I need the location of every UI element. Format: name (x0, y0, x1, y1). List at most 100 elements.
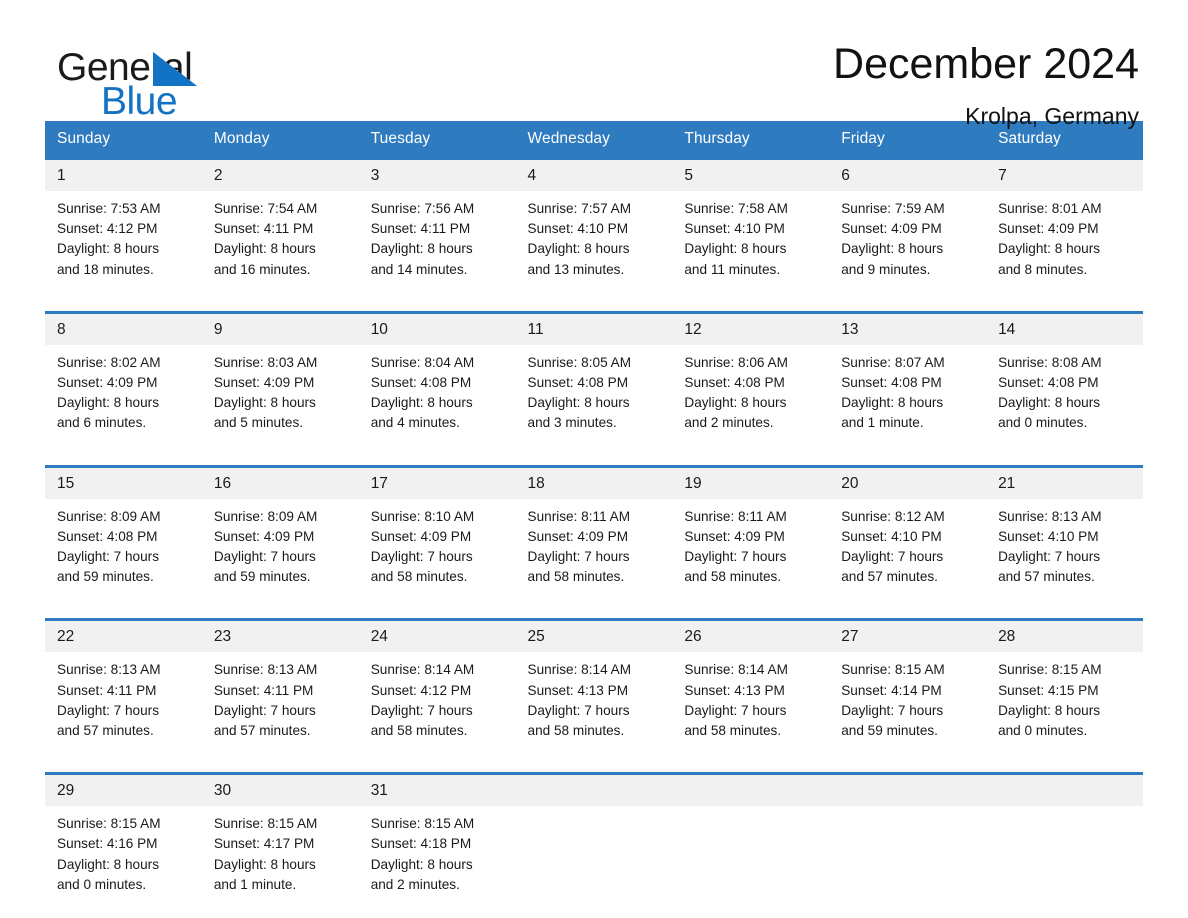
daylight-duration-line1: Daylight: 8 hours (57, 395, 160, 411)
sunrise-time: Sunrise: 8:13 AM (213, 662, 318, 678)
sunrise-time: Sunrise: 8:11 AM (684, 508, 787, 524)
calendar-day-cell[interactable]: 3 Sunrise: 7:56 AM Sunset: 4:11 PM Daylight… (358, 156, 516, 294)
generalblue-logo: General Blue (45, 42, 275, 122)
sunrise-time: Sunrise: 7:57 AM (527, 201, 632, 216)
sunset-time: Sunset: 4:08 PM (684, 375, 785, 391)
calendar-day-cell[interactable]: 30 Sunrise: 8:15 AM Sunset: 4:17 PM Dayligh… (201, 772, 359, 910)
day-details: Sunrise: 8:14 AM Sunset: 4:13 PM Daylight:… (672, 652, 829, 755)
day-number: 14 (986, 313, 1143, 345)
sunset-time: Sunset: 4:11 PM (57, 682, 157, 698)
day-number: 16 (201, 467, 359, 499)
daylight-duration-line1: Daylight: 7 hours (998, 549, 1101, 565)
daylight-duration-line1: Daylight: 7 hours (213, 549, 316, 565)
daylight-duration-line2: and 58 minutes. (370, 723, 468, 739)
day-details: Sunrise: 8:13 AM Sunset: 4:11 PM Daylight:… (45, 652, 202, 755)
logo-text-blue: Blue (101, 80, 178, 123)
calendar-day-cell[interactable]: 23 Sunrise: 8:13 AM Sunset: 4:11 PM Dayligh… (201, 618, 359, 756)
calendar-day-cell[interactable]: 10 Sunrise: 8:04 AM Sunset: 4:08 PM Dayligh… (358, 310, 516, 448)
week-row-spacer (45, 755, 1143, 774)
day-number: 18 (515, 467, 673, 499)
calendar-day-cell[interactable]: 28 Sunrise: 8:15 AM Sunset: 4:15 PM Dayligh… (986, 618, 1143, 756)
calendar-day-cell[interactable]: 19 Sunrise: 8:11 AM Sunset: 4:09 PM Dayligh… (672, 464, 830, 602)
daylight-duration-line2: and 2 minutes. (684, 415, 774, 431)
day-number: 28 (986, 621, 1143, 653)
calendar-day-cell[interactable]: 24 Sunrise: 8:14 AM Sunset: 4:12 PM Dayligh… (358, 618, 516, 756)
calendar-day-cell[interactable]: 7 Sunrise: 8:01 AM Sunset: 4:09 PM Daylight… (986, 156, 1143, 294)
calendar-day-cell[interactable]: 20 Sunrise: 8:12 AM Sunset: 4:10 PM Dayligh… (829, 464, 987, 602)
calendar-day-cell-empty (829, 772, 987, 910)
calendar-day-cell[interactable]: 26 Sunrise: 8:14 AM Sunset: 4:13 PM Dayligh… (672, 618, 830, 756)
daylight-duration-line1: Daylight: 7 hours (370, 549, 473, 565)
daylight-duration-line2: and 57 minutes. (998, 569, 1095, 585)
calendar-day-cell-empty (986, 772, 1143, 910)
day-details: Sunrise: 8:14 AM Sunset: 4:12 PM Daylight:… (359, 652, 516, 755)
sunset-time: Sunset: 4:11 PM (213, 221, 314, 237)
daylight-duration-line2: and 2 minutes. (370, 876, 460, 892)
day-details: Sunrise: 7:56 AM Sunset: 4:11 PM Daylight:… (359, 191, 516, 294)
daylight-duration-line2: and 6 minutes. (57, 415, 147, 431)
calendar-day-cell-empty (515, 772, 673, 910)
day-details: Sunrise: 8:15 AM Sunset: 4:15 PM Daylight:… (986, 652, 1143, 755)
day-number: 7 (986, 160, 1143, 191)
day-details: Sunrise: 8:04 AM Sunset: 4:08 PM Daylight:… (359, 345, 516, 448)
calendar-day-cell[interactable]: 4 Sunrise: 7:57 AM Sunset: 4:10 PM Daylight… (515, 156, 673, 294)
calendar-week-row: 1 Sunrise: 7:53 AM Sunset: 4:12 PM Daylight… (45, 156, 1143, 294)
calendar-day-cell[interactable]: 5 Sunrise: 7:58 AM Sunset: 4:10 PM Daylight… (672, 156, 830, 294)
daylight-duration-line1: Daylight: 8 hours (370, 395, 473, 411)
week-row-spacer (45, 447, 1143, 467)
calendar-day-cell[interactable]: 27 Sunrise: 8:15 AM Sunset: 4:14 PM Dayligh… (829, 618, 987, 756)
calendar-day-cell[interactable]: 31 Sunrise: 8:15 AM Sunset: 4:18 PM Dayligh… (358, 772, 516, 910)
daylight-duration-line1: Daylight: 7 hours (57, 702, 160, 718)
week-row-spacer (45, 293, 1143, 313)
sunset-time: Sunset: 4:09 PM (213, 528, 315, 544)
calendar-day-cell[interactable]: 22 Sunrise: 8:13 AM Sunset: 4:11 PM Dayligh… (45, 618, 202, 756)
calendar-day-cell[interactable]: 17 Sunrise: 8:10 AM Sunset: 4:09 PM Dayligh… (358, 464, 516, 602)
calendar-day-cell[interactable]: 12 Sunrise: 8:06 AM Sunset: 4:08 PM Dayligh… (672, 310, 830, 448)
calendar-day-cell[interactable]: 21 Sunrise: 8:13 AM Sunset: 4:10 PM Dayligh… (986, 464, 1143, 602)
calendar-day-cell[interactable]: 13 Sunrise: 8:07 AM Sunset: 4:08 PM Dayligh… (829, 310, 987, 448)
calendar-day-cell[interactable]: 11 Sunrise: 8:05 AM Sunset: 4:08 PM Dayligh… (515, 310, 673, 448)
daylight-duration-line1: Daylight: 8 hours (213, 241, 316, 257)
calendar-day-cell-empty (672, 772, 830, 910)
daylight-duration-line1: Daylight: 7 hours (841, 549, 944, 565)
calendar-day-cell[interactable]: 14 Sunrise: 8:08 AM Sunset: 4:08 PM Dayligh… (986, 310, 1143, 448)
daylight-duration-line2: and 57 minutes. (213, 723, 311, 739)
daylight-duration-line2: and 0 minutes. (998, 415, 1088, 431)
day-details: Sunrise: 7:54 AM Sunset: 4:11 PM Daylight:… (202, 191, 359, 294)
calendar-day-cell[interactable]: 2 Sunrise: 7:54 AM Sunset: 4:11 PM Daylight… (201, 156, 359, 294)
daylight-duration-line2: and 3 minutes. (527, 415, 617, 431)
calendar-day-cell[interactable]: 6 Sunrise: 7:59 AM Sunset: 4:09 PM Daylight… (829, 156, 987, 294)
calendar-body: 1 Sunrise: 7:53 AM Sunset: 4:12 PM Daylight… (45, 156, 1143, 910)
day-number (515, 775, 673, 807)
week-row-spacer (45, 601, 1143, 620)
sunset-time: Sunset: 4:18 PM (370, 836, 472, 852)
calendar-day-cell[interactable]: 25 Sunrise: 8:14 AM Sunset: 4:13 PM Dayligh… (515, 618, 673, 756)
daylight-duration-line1: Daylight: 8 hours (998, 395, 1101, 411)
day-details (516, 806, 673, 828)
sunrise-time: Sunrise: 8:15 AM (213, 816, 318, 832)
day-number: 12 (672, 313, 830, 345)
daylight-duration-line1: Daylight: 8 hours (370, 856, 473, 872)
daylight-duration-line2: and 5 minutes. (213, 415, 304, 431)
day-details: Sunrise: 8:15 AM Sunset: 4:18 PM Daylight:… (359, 806, 516, 909)
sunset-time: Sunset: 4:17 PM (213, 836, 315, 852)
calendar-day-cell[interactable]: 16 Sunrise: 8:09 AM Sunset: 4:09 PM Dayligh… (201, 464, 359, 602)
week-row-spacer-cell (45, 755, 1143, 774)
sunrise-time: Sunrise: 8:08 AM (998, 354, 1102, 370)
calendar-day-cell[interactable]: 1 Sunrise: 7:53 AM Sunset: 4:12 PM Daylight… (45, 156, 202, 294)
day-details: Sunrise: 7:58 AM Sunset: 4:10 PM Daylight:… (672, 191, 829, 294)
daylight-duration-line2: and 59 minutes. (213, 569, 311, 585)
calendar-day-cell[interactable]: 18 Sunrise: 8:11 AM Sunset: 4:09 PM Dayligh… (515, 464, 673, 602)
day-details: Sunrise: 7:59 AM Sunset: 4:09 PM Daylight:… (829, 191, 986, 294)
calendar-day-cell[interactable]: 9 Sunrise: 8:03 AM Sunset: 4:09 PM Daylight… (201, 310, 359, 448)
calendar-day-cell[interactable]: 8 Sunrise: 8:02 AM Sunset: 4:09 PM Daylight… (45, 310, 202, 448)
sunrise-time: Sunrise: 8:06 AM (684, 354, 788, 370)
weekday-header-thursday: Thursday (672, 121, 830, 159)
calendar-day-cell[interactable]: 15 Sunrise: 8:09 AM Sunset: 4:08 PM Dayligh… (45, 464, 202, 602)
day-details: Sunrise: 8:12 AM Sunset: 4:10 PM Daylight:… (829, 499, 986, 602)
daylight-duration-line1: Daylight: 8 hours (213, 856, 316, 872)
sunset-time: Sunset: 4:08 PM (527, 375, 629, 391)
calendar-day-cell[interactable]: 29 Sunrise: 8:15 AM Sunset: 4:16 PM Dayligh… (45, 772, 202, 910)
day-details (986, 806, 1143, 828)
sunset-time: Sunset: 4:10 PM (998, 528, 1099, 544)
